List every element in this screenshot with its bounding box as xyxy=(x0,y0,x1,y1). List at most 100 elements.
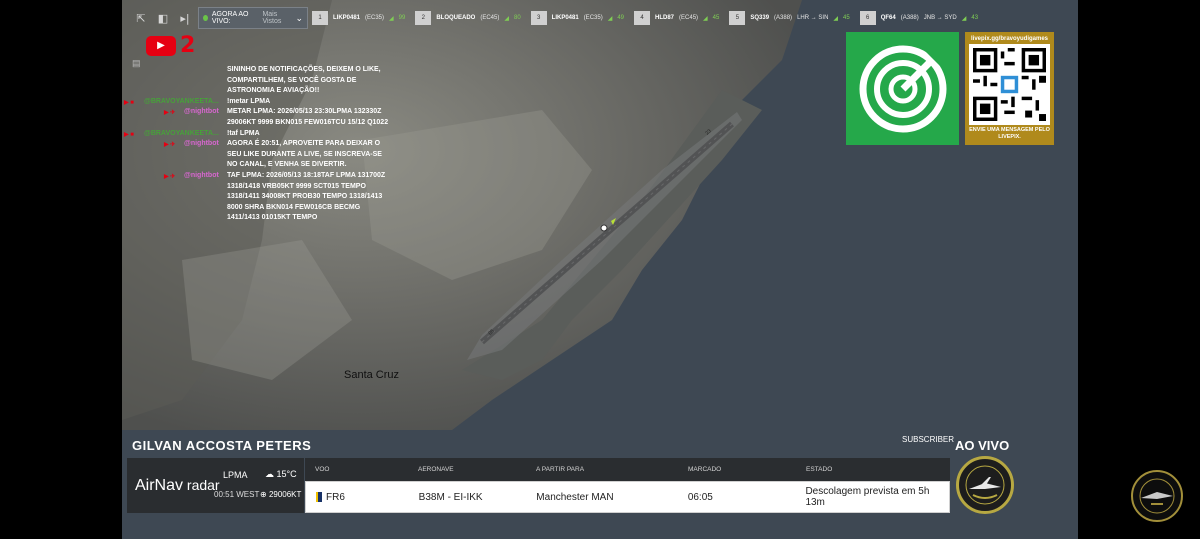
live-select-value: Mais Vistos xyxy=(262,11,282,25)
youtube-play-icon: ▶ xyxy=(146,35,176,56)
subscriber-label: SUBSCRIBER xyxy=(902,435,955,444)
chip-aircraft-type: (EC35) xyxy=(365,15,385,21)
chevron-down-icon: ⌄ xyxy=(295,12,304,23)
chip-rank: 2 xyxy=(415,11,432,25)
chip-viewers: 99 xyxy=(398,15,406,21)
flightradar-logo xyxy=(846,32,959,145)
youtube-subscriber-overlay: ▶ 2 xyxy=(146,33,195,58)
channel-badge-logo xyxy=(956,456,1014,514)
col-header: ESTADO xyxy=(806,466,833,473)
chip-callsign: LIKP0481 xyxy=(333,15,361,21)
wind-value: 29006KT xyxy=(268,490,302,499)
chat-text: !taf LPMA xyxy=(227,129,260,137)
airline-logo-icon xyxy=(316,492,322,502)
chat-text: SININHO DE NOTIFICAÇÕES, DEIXEM O LIKE, … xyxy=(227,66,381,95)
chat-message: ▶ ■ @BRAVOYANKEETA... !taf LPMA xyxy=(122,129,392,140)
badge-icons: ▶ ✈ xyxy=(164,173,176,180)
stream-frame: Santa Cruz 05 23 ⇱ ◧ ▸| AGORA AO VIVO: M… xyxy=(122,0,1078,539)
live-view-select[interactable]: AGORA AO VIVO: Mais Vistos ⌄ xyxy=(198,7,308,29)
chat-username: @BRAVOYANKEETA... xyxy=(144,97,219,105)
livepix-qr-panel[interactable]: livepix.gg/bravoyudigames ENVIE UMA MENS… xyxy=(965,32,1054,145)
chip-rank: 6 xyxy=(859,11,876,25)
corner-channel-logo xyxy=(1131,470,1183,522)
expand-icon[interactable]: ⇱ xyxy=(132,9,150,27)
chip-callsign: SQ339 xyxy=(750,15,770,21)
skip-icon[interactable]: ▸| xyxy=(176,9,194,27)
flight-chip-2[interactable]: 2 BLOQUEADO (EC45) ◢ 80 xyxy=(415,7,526,29)
signal-icon: ◢ xyxy=(703,15,708,22)
chat-username: @nightbot xyxy=(184,108,219,116)
flight-chip-4[interactable]: 4 HLD87 (EC45) ◢ 45 xyxy=(634,7,725,29)
chip-aircraft-type: (A388) xyxy=(900,15,919,21)
chat-text: AGORA É 20:51, APROVEITE PARA DEIXAR O S… xyxy=(227,140,382,169)
cell-destination: Manchester MAN xyxy=(536,491,614,503)
chat-message: SININHO DE NOTIFICAÇÕES, DEIXEM O LIKE, … xyxy=(122,65,392,97)
chip-callsign: BLOQUEADO xyxy=(436,15,476,21)
flight-number: FR6 xyxy=(326,491,345,503)
top-toolbar: ⇱ ◧ ▸| AGORA AO VIVO: Mais Vistos ⌄ 1 LI… xyxy=(122,6,1078,30)
chat-message: ▶ ✈ @nightbot METAR LPMA: 2026/05/13 23:… xyxy=(122,107,392,128)
live-badge: AO VIVO xyxy=(955,438,1010,453)
chip-viewers: 45 xyxy=(712,15,720,21)
cloud-icon: ☁ xyxy=(265,469,274,479)
col-header: VOO xyxy=(315,466,330,473)
wings-emblem-icon xyxy=(1139,478,1175,514)
signal-icon: ◢ xyxy=(504,15,509,22)
table-row[interactable]: FR6 B38M - EI-IKK Manchester MAN 06:05 D… xyxy=(305,481,950,513)
flight-chip-6[interactable]: 6 QF64 (A388) JNB → SYD ◢ 43 xyxy=(859,7,984,29)
chat-overlay: SININHO DE NOTIFICAÇÕES, DEIXEM O LIKE, … xyxy=(122,65,392,224)
badge-icons: ▶ ✈ xyxy=(164,142,176,149)
cell-flight: FR6 xyxy=(306,492,419,503)
chat-message: ▶ ✈ @nightbot TAF LPMA: 2026/05/13 18:18… xyxy=(122,171,392,224)
flight-chip-3[interactable]: 3 LIKP0481 (EC35) ◢ 49 xyxy=(530,7,630,29)
chip-viewers: 49 xyxy=(617,15,625,21)
live-dot-icon xyxy=(203,15,208,21)
flight-chip-5[interactable]: 5 SQ339 (A388) LHR → SIN ◢ 45 xyxy=(729,7,855,29)
signal-icon: ◢ xyxy=(961,15,967,22)
col-header: MARCADO xyxy=(688,466,722,473)
chip-rank: 5 xyxy=(729,11,746,25)
chip-rank: 1 xyxy=(312,11,328,25)
chip-callsign: LIKP0481 xyxy=(551,15,579,21)
airplane-emblem-icon xyxy=(965,465,1005,505)
cell-aircraft: B38M - EI-IKK xyxy=(418,491,483,503)
signal-icon: ◢ xyxy=(389,15,394,22)
airport-icao: LPMA xyxy=(223,470,248,480)
chat-text: !metar LPMA xyxy=(227,97,271,105)
temperature-value: 15°C xyxy=(276,469,297,479)
chat-username: @nightbot xyxy=(184,171,219,179)
sidebar-toggle-icon[interactable]: ◧ xyxy=(154,9,172,27)
departure-table: VOO AERONAVE A PARTIR PARA MARCADO ESTAD… xyxy=(305,458,950,513)
chip-viewers: 43 xyxy=(971,15,979,21)
airnav-logo: AirNav radar xyxy=(135,477,220,495)
qr-code xyxy=(969,44,1050,125)
col-header: A PARTIR PARA xyxy=(536,466,585,473)
chip-route: LHR → SIN xyxy=(797,15,829,21)
wind: ⊕ 29006KT xyxy=(260,490,301,499)
radar-icon xyxy=(859,43,948,132)
qr-url: livepix.gg/bravoyudigames xyxy=(970,36,1049,42)
flight-chip-1[interactable]: 1 LIKP0481 (EC35) ◢ 99 xyxy=(312,7,411,29)
chip-route: JNB → SYD xyxy=(923,15,957,21)
chat-message: ▶ ✈ @nightbot AGORA É 20:51, APROVEITE P… xyxy=(122,139,392,171)
youtube-count: 2 xyxy=(180,33,196,58)
chip-rank: 4 xyxy=(634,11,651,25)
chip-aircraft-type: (A388) xyxy=(774,15,793,21)
qr-code-icon xyxy=(973,48,1046,121)
chip-viewers: 45 xyxy=(843,15,850,21)
chip-aircraft-type: (EC45) xyxy=(679,15,699,21)
compass-icon: ⊕ xyxy=(260,490,267,499)
local-time: 00:51 WEST xyxy=(214,490,260,499)
live-select-label: AGORA AO VIVO: xyxy=(211,11,249,25)
chip-aircraft-type: (EC45) xyxy=(480,15,500,21)
chip-callsign: HLD87 xyxy=(655,15,675,21)
qr-caption: ENVIE UMA MENSAGEM PELO LIVEPIX. xyxy=(969,127,1050,140)
chat-username: @BRAVOYANKEETA... xyxy=(144,129,219,137)
chat-text: TAF LPMA: 2026/05/13 18:18TAF LPMA 13170… xyxy=(227,171,386,222)
signal-icon: ◢ xyxy=(607,15,613,22)
brand-main: AirNav xyxy=(135,477,184,494)
chat-message: ▶ ■ @BRAVOYANKEETA... !metar LPMA xyxy=(122,97,392,108)
chip-aircraft-type: (EC35) xyxy=(583,15,603,21)
badge-icons: ▶ ✈ xyxy=(164,110,176,117)
temperature: ☁ 15°C xyxy=(265,469,297,480)
